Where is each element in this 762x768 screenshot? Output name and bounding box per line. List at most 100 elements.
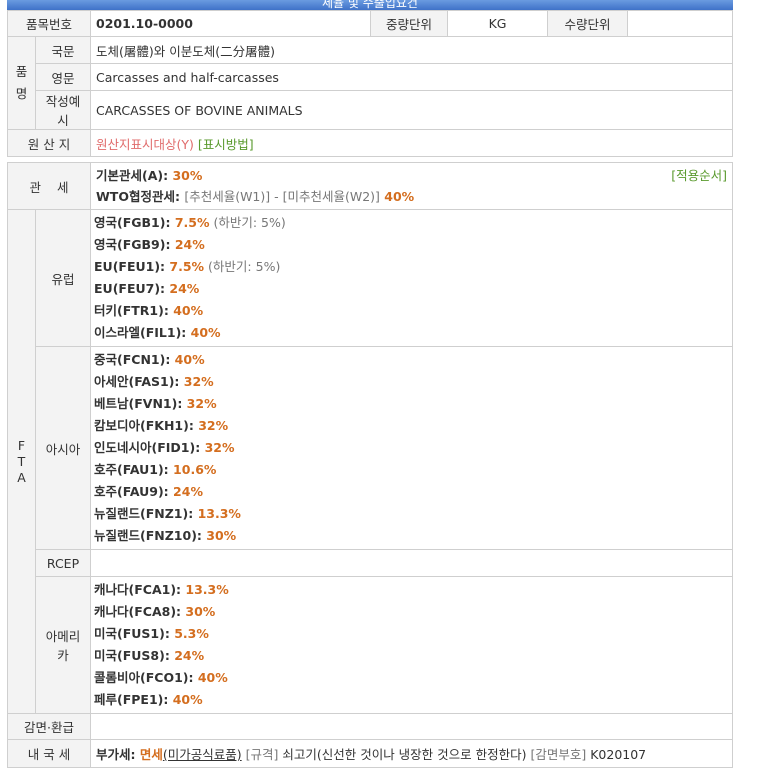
spec-value: 쇠고기(신선한 것이나 냉장한 것으로 한정한다) [282, 747, 527, 762]
fta-item-code: 콜롬비아(FCO1): [94, 670, 198, 685]
origin-row: 원 산 지 원산지표시대상(Y) [표시방법] [6, 129, 733, 157]
fta-rcep-row: RCEP [8, 549, 733, 577]
fta-item: 베트남(FVN1): 32% [94, 393, 729, 415]
reduction-row: 감면·환급 [6, 713, 733, 740]
fta-item: 인도네시아(FID1): 32% [94, 437, 729, 459]
fta-item-code: 뉴질랜드(FNZ10): [94, 528, 207, 543]
eng-name-value: Carcasses and half-carcasses [90, 63, 733, 91]
name-eng-row: 영문 Carcasses and half-carcasses [8, 63, 733, 91]
fta-item-note: (하반기: 5%) [209, 215, 286, 230]
spec-label: [규격] [241, 747, 283, 762]
fta-item-code: 뉴질랜드(FNZ1): [94, 506, 198, 521]
fta-america-row: 아메리카 캐나다(FCA1): 13.3% 캐나다(FCA8): 30% 미국(FU… [8, 576, 733, 714]
fta-asia-list: 중국(FCN1): 40% 아세안(FAS1): 32% 베트남(FVN1): 32… [90, 346, 733, 550]
fta-item-rate: 32% [198, 418, 229, 433]
fta-item-rate: 7.5% [174, 215, 210, 230]
item-no-value: 0201.10-0000 [90, 10, 372, 37]
origin-target-link[interactable]: 원산지표시대상(Y) [96, 137, 194, 152]
fta-item: 호주(FAU1): 10.6% [94, 459, 729, 481]
fta-item-rate: 40% [190, 325, 221, 340]
fta-item-code: 호주(FAU1): [94, 462, 174, 477]
eng-name-label: 영문 [34, 63, 92, 91]
wto-tariff-label: WTO협정관세: [96, 189, 185, 204]
wto-separator: - [270, 189, 283, 204]
fta-item-rate: 13.3% [197, 506, 241, 521]
origin-method-link[interactable]: [표시방법] [198, 137, 254, 152]
fta-item-rate: 32% [204, 440, 235, 455]
fta-item-code: 미국(FUS1): [94, 626, 175, 641]
fta-item: EU(FEU7): 24% [94, 278, 729, 300]
fta-item-rate: 40% [172, 692, 203, 707]
wto-tariff-rate: 40% [379, 189, 415, 204]
qty-unit-label: 수량단위 [547, 10, 629, 37]
fta-item-code: 터키(FTR1): [94, 303, 174, 318]
fta-america-list: 캐나다(FCA1): 13.3% 캐나다(FCA8): 30% 미국(FUS1): … [90, 576, 733, 714]
reduction-code-label: [감면부호] [526, 747, 591, 762]
basic-tariff-label: 기본관세(A): [96, 168, 173, 183]
fta-item: 영국(FGB9): 24% [94, 234, 729, 256]
fta-item: 캐나다(FCA1): 13.3% [94, 579, 729, 601]
wto-nonrecommended-link[interactable]: [미추천세율(W2)] [283, 189, 380, 204]
name-kor-row: 품 명 국문 도체(屠體)와 이분도체(二分屠體) [7, 36, 733, 130]
fta-item: 아세안(FAS1): 32% [94, 371, 729, 393]
example-label: 작성예시 [34, 90, 92, 130]
reduction-value [90, 713, 733, 740]
fta-item: 캐나다(FCA8): 30% [94, 601, 729, 623]
vat-label: 부가세: [96, 747, 140, 762]
fta-item-rate: 32% [183, 374, 214, 389]
tariff-table: 품목번호 0201.10-0000 중량단위 KG 수량단위 품 명 국문 도체… [6, 10, 733, 768]
reduction-code-value: K020107 [590, 747, 647, 762]
apply-order-link[interactable]: [적용순서] [671, 165, 727, 186]
fta-item: 뉴질랜드(FNZ10): 30% [94, 525, 729, 547]
fta-item-rate: 7.5% [169, 259, 205, 274]
fta-item: 뉴질랜드(FNZ1): 13.3% [94, 503, 729, 525]
fta-item-code: 베트남(FVN1): [94, 396, 187, 411]
fta-item-rate: 5.3% [174, 626, 209, 641]
fta-item: 중국(FCN1): 40% [94, 349, 729, 371]
name-example-row: 작성예시 CARCASSES OF BOVINE ANIMALS [8, 90, 733, 130]
fta-item: 페루(FPE1): 40% [94, 689, 729, 711]
fta-item-rate: 24% [174, 237, 205, 252]
fta-item-rate: 40% [173, 303, 204, 318]
fta-item-code: 인도네시아(FID1): [94, 440, 205, 455]
fta-item-code: 캐나다(FCA1): [94, 582, 186, 597]
fta-item: 영국(FGB1): 7.5% (하반기: 5%) [94, 212, 729, 234]
fta-item: 캄보디아(FKH1): 32% [94, 415, 729, 437]
fta-item: 터키(FTR1): 40% [94, 300, 729, 322]
example-value: CARCASSES OF BOVINE ANIMALS [90, 90, 733, 130]
wto-tariff: WTO협정관세: [추천세율(W1)] - [미추천세율(W2)] 40% [96, 186, 727, 207]
fta-item-code: 영국(FGB1): [94, 215, 175, 230]
vat-link[interactable]: (미가공식료품) [163, 747, 242, 762]
fta-item-note: (하반기: 5%) [204, 259, 281, 274]
tariff-panel: 세율 및 수출입요건 품목번호 0201.10-0000 중량단위 KG 수량단… [6, 0, 733, 768]
fta-item-rate: 13.3% [185, 582, 229, 597]
tariff-label: 관 세 [6, 162, 92, 210]
kor-name-value: 도체(屠體)와 이분도체(二分屠體) [90, 36, 733, 64]
fta-item-rate: 40% [174, 352, 205, 367]
origin-label: 원 산 지 [6, 129, 92, 157]
fta-item: 미국(FUS1): 5.3% [94, 623, 729, 645]
fta-item-rate: 24% [174, 648, 205, 663]
fta-group-europe: 유럽 [34, 209, 92, 347]
qty-unit-value [627, 10, 733, 37]
fta-group-america: 아메리카 [34, 576, 92, 714]
basic-tariff: 기본관세(A): 30% [96, 165, 727, 186]
fta-label: F T A [7, 209, 36, 714]
fta-item-rate: 10.6% [173, 462, 217, 477]
domestic-tax-label: 내 국 세 [6, 739, 92, 768]
weight-unit-value: KG [447, 10, 549, 37]
fta-europe-row: F T A 유럽 영국(FGB1): 7.5% (하반기: 5%) 영국(FGB9… [7, 209, 733, 714]
fta-item-code: 아세안(FAS1): [94, 374, 184, 389]
vat-value: 면세 [139, 747, 163, 762]
fta-item-rate: 30% [206, 528, 237, 543]
fta-item-rate: 24% [169, 281, 200, 296]
tariff-row: 관 세 [적용순서] 기본관세(A): 30% WTO협정관세: [추천세율(W… [6, 162, 733, 210]
fta-item-code: EU(FEU7): [94, 281, 170, 296]
domestic-tax-row: 내 국 세 부가세: 면세(미가공식료품) [규격] 쇠고기(신선한 것이나 냉… [6, 739, 733, 768]
wto-recommended-link[interactable]: [추천세율(W1)] [184, 189, 270, 204]
fta-item: 콜롬비아(FCO1): 40% [94, 667, 729, 689]
fta-item-code: 영국(FGB9): [94, 237, 175, 252]
fta-item: 미국(FUS8): 24% [94, 645, 729, 667]
fta-item-code: 캐나다(FCA8): [94, 604, 186, 619]
fta-item-rate: 30% [185, 604, 216, 619]
